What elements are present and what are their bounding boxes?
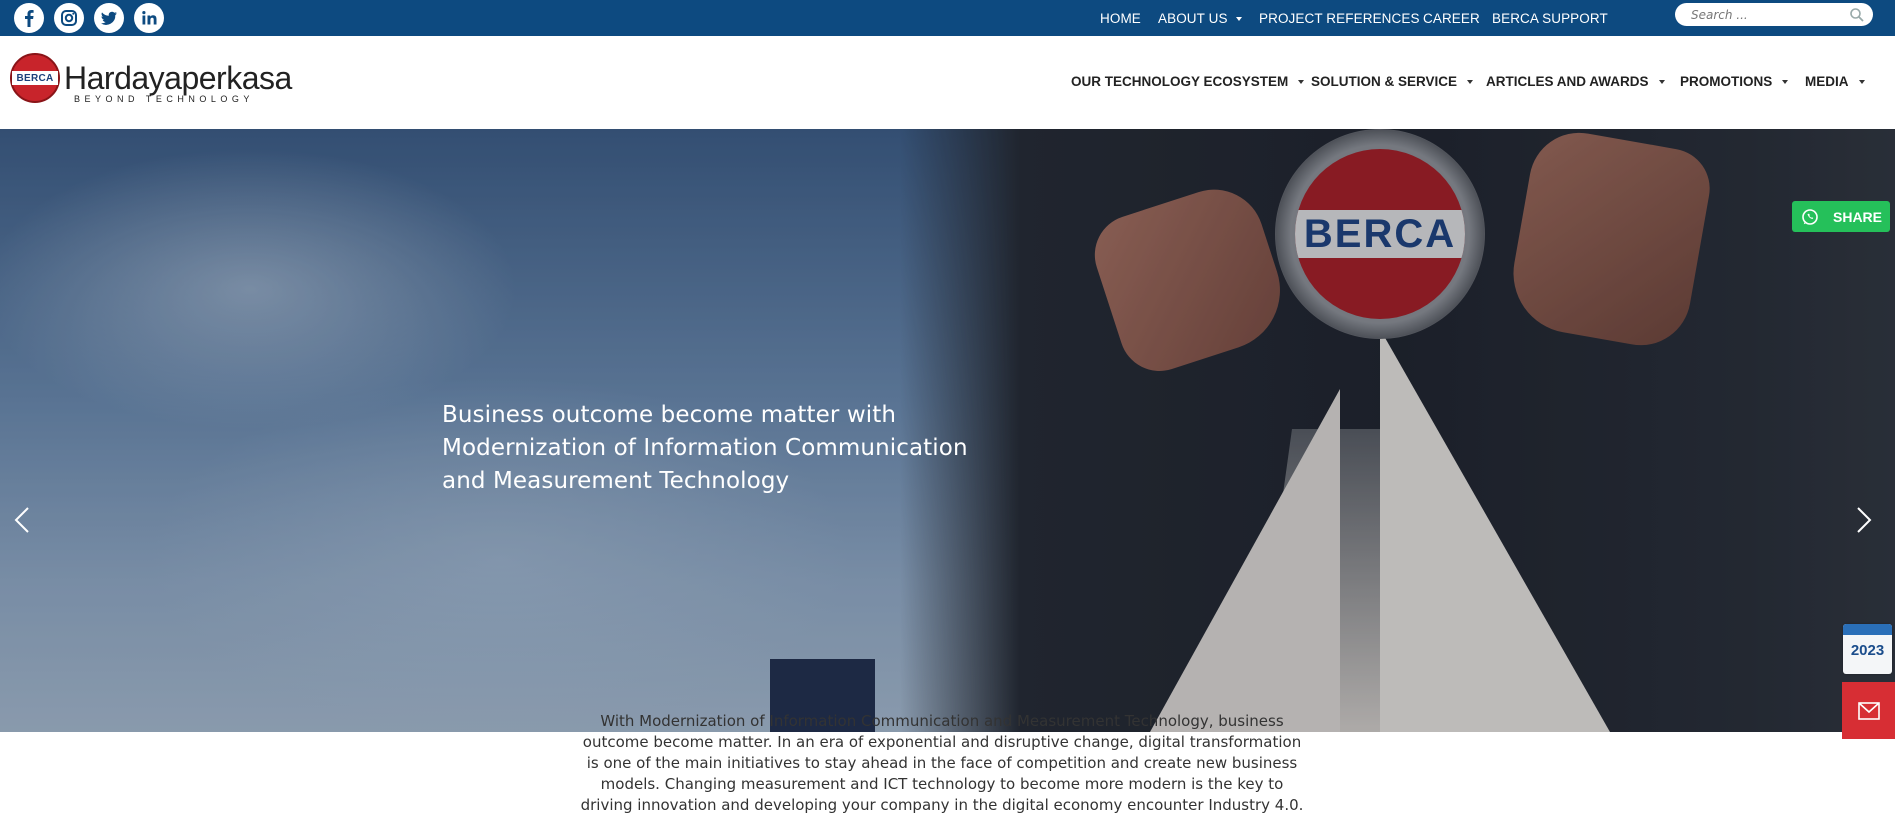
- slider-prev-arrow[interactable]: [8, 502, 36, 538]
- linkedin-icon[interactable]: [134, 3, 164, 33]
- nav-articles-awards[interactable]: ARTICLES AND AWARDS: [1486, 74, 1665, 89]
- envelope-icon: [1857, 701, 1880, 720]
- nav-home[interactable]: HOME: [1100, 11, 1141, 26]
- twitter-icon[interactable]: [94, 3, 124, 33]
- whatsapp-icon: [1802, 208, 1818, 225]
- nav-articles-awards-label: ARTICLES AND AWARDS: [1486, 74, 1649, 89]
- nav-about-us[interactable]: ABOUT US: [1158, 11, 1242, 26]
- nav-solution-service[interactable]: SOLUTION & SERVICE: [1311, 74, 1474, 89]
- nav-media-label: MEDIA: [1805, 74, 1849, 89]
- logo-badge-text: BERCA: [16, 72, 54, 84]
- calendar-year: 2023: [1850, 642, 1885, 659]
- nav-promotions-label: PROMOTIONS: [1680, 74, 1773, 89]
- caret-down-icon: [1658, 80, 1665, 85]
- nav-career[interactable]: CAREER: [1423, 11, 1480, 26]
- nav-project-references[interactable]: PROJECT REFERENCES: [1259, 11, 1420, 26]
- caret-down-icon: [1782, 80, 1789, 85]
- search-icon[interactable]: [1849, 7, 1865, 23]
- hero-slider: BERCA Business outcome become matter wit…: [0, 129, 1895, 732]
- search-box: [1675, 3, 1873, 26]
- nav-solution-service-label: SOLUTION & SERVICE: [1311, 74, 1458, 89]
- calendar-icon: [1843, 624, 1892, 635]
- caret-down-icon: [1235, 16, 1242, 21]
- calendar-widget[interactable]: 2023: [1843, 624, 1892, 674]
- contact-mail-button[interactable]: [1842, 682, 1895, 739]
- facebook-icon[interactable]: [14, 3, 44, 33]
- chevron-left-icon: [14, 507, 29, 533]
- search-input[interactable]: [1675, 4, 1835, 25]
- brand-tagline: BEYOND TECHNOLOGY: [74, 94, 254, 104]
- nav-promotions[interactable]: PROMOTIONS: [1680, 74, 1789, 89]
- hero-headline: Business outcome become matter with Mode…: [442, 402, 968, 494]
- slider-next-arrow[interactable]: [1850, 502, 1878, 538]
- nav-technology-ecosystem[interactable]: OUR TECHNOLOGY ECOSYSTEM: [1071, 74, 1305, 89]
- nav-about-us-label: ABOUT US: [1158, 10, 1228, 26]
- caret-down-icon: [1467, 80, 1474, 85]
- chevron-right-icon: [1857, 507, 1872, 533]
- intro-paragraph: With Modernization of Information Commun…: [580, 712, 1304, 814]
- nav-media[interactable]: MEDIA: [1805, 74, 1865, 89]
- nav-berca-support[interactable]: BERCA SUPPORT: [1492, 11, 1608, 26]
- nav-technology-ecosystem-label: OUR TECHNOLOGY ECOSYSTEM: [1071, 74, 1289, 89]
- brand-name[interactable]: Hardayaperkasa: [64, 60, 292, 97]
- berca-logo[interactable]: BERCA: [10, 53, 60, 103]
- top-bar: HOME ABOUT US PROJECT REFERENCES CAREER …: [0, 0, 1895, 36]
- caret-down-icon: [1858, 80, 1865, 85]
- share-label: SHARE: [1833, 208, 1883, 225]
- caret-down-icon: [1298, 80, 1305, 85]
- whatsapp-share-button[interactable]: SHARE: [1792, 201, 1890, 232]
- instagram-icon[interactable]: [54, 3, 84, 33]
